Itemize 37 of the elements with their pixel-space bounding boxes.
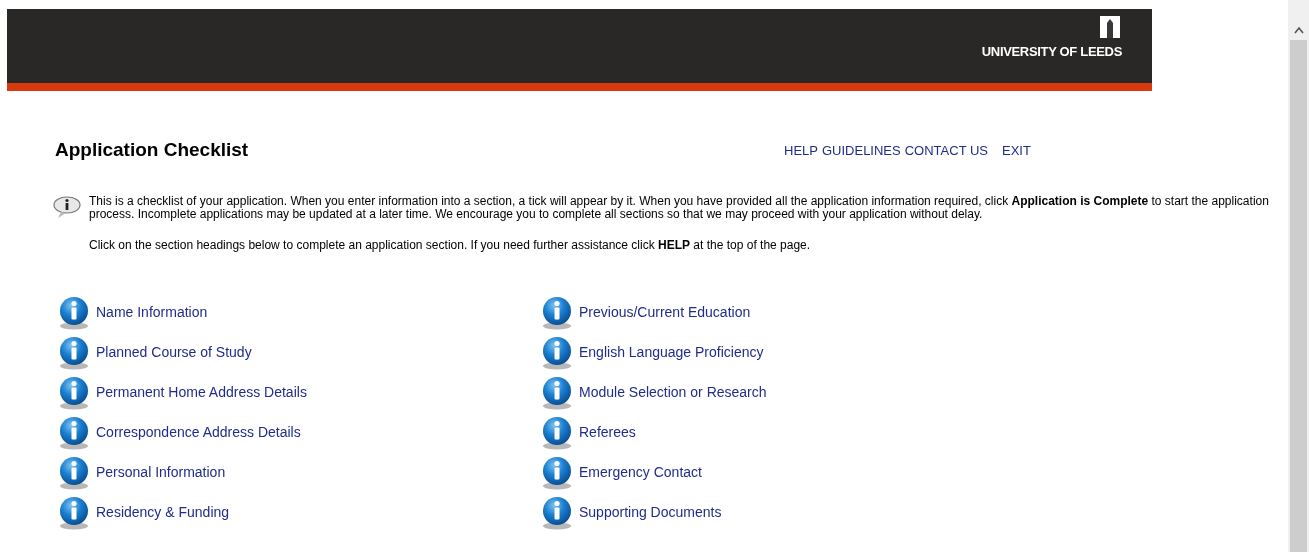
instruction-text: This is a checklist of your application. When you enter information into a section, a tick will appear by it. When you have provided all the application information required, click Application is Complete to start the application process. Incomplete applications may be updated at a later time. We encourage you to complete all sections so that we may proceed with your application without delay. [89,194,1269,221]
section-link[interactable]: Residency & Funding [96,502,230,523]
section-link[interactable]: Planned Course of Study [96,342,252,363]
section-link[interactable]: Personal Information [96,462,226,483]
info-icon [540,415,574,450]
info-icon [540,335,574,370]
section-link[interactable]: English Language Proficiency [579,342,764,363]
info-icon [540,455,574,490]
header-link[interactable]: GUIDELINES [821,140,901,160]
section-link[interactable]: Emergency Contact [579,462,702,483]
page-title: Application Checklist [55,138,250,162]
header-link[interactable]: CONTACT US [904,140,989,160]
info-icon [57,415,91,450]
info-icon [540,375,574,410]
section-link[interactable]: Correspondence Address Details [96,422,301,443]
section-link[interactable]: Permanent Home Address Details [96,382,307,403]
tower-logo-icon [1100,16,1120,38]
header-link[interactable]: HELP [784,140,818,160]
speech-bubble-info-icon [52,194,82,219]
scrollbar-thumb[interactable] [1290,40,1307,552]
info-icon [57,295,91,330]
university-name: UNIVERSITY OF LEEDS [981,43,1122,61]
section-link[interactable]: Supporting Documents [579,502,722,523]
info-icon [57,335,91,370]
scrollbar[interactable] [1288,0,1309,552]
instruction-text: Click on the section headings below to complete an application section. If you need further assistance click HELP at the top of the page. [89,238,812,252]
info-icon [57,495,91,530]
info-icon [540,295,574,330]
info-icon [57,375,91,410]
section-link[interactable]: Previous/Current Education [579,302,751,323]
section-link[interactable]: Name Information [96,302,208,323]
section-link[interactable]: Module Selection or Research [579,382,767,403]
info-icon [57,455,91,490]
info-icon [540,495,574,530]
header-link[interactable]: EXIT [1002,140,1031,160]
scroll-up-icon[interactable] [1293,26,1304,34]
section-link[interactable]: Referees [579,422,636,443]
